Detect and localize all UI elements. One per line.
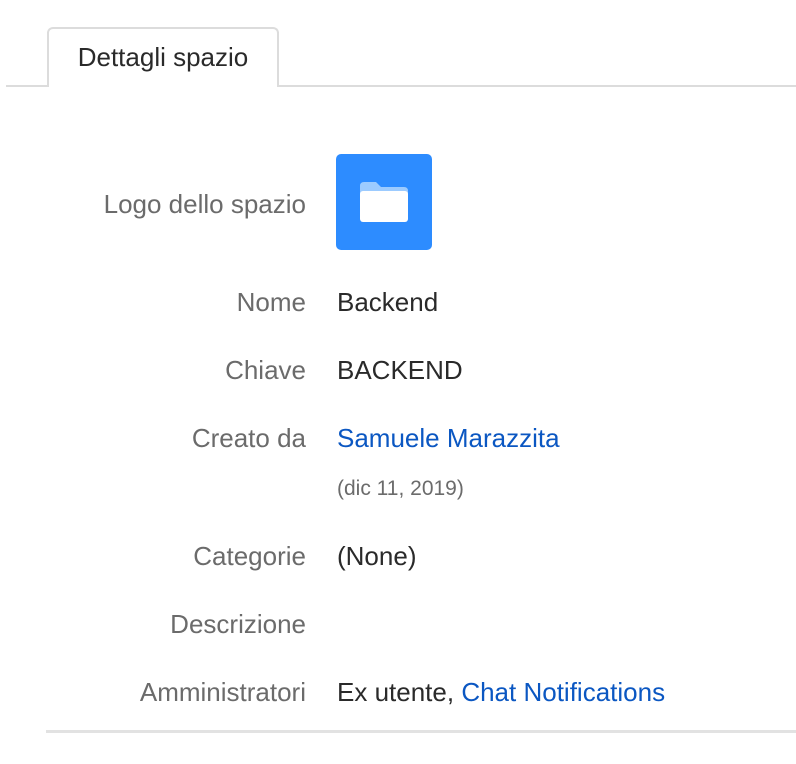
- name-value: Backend: [337, 287, 439, 317]
- key-label: Chiave: [225, 355, 306, 385]
- tab-dettagli-spazio[interactable]: Dettagli spazio: [47, 27, 279, 87]
- created-date: (dic 11, 2019): [337, 477, 464, 500]
- admins-label: Amministratori: [139, 677, 306, 707]
- space-details-page: Dettagli spazio Logo dello spazio Nome B…: [0, 0, 796, 764]
- created-by-value: Samuele Marazzita: [337, 423, 560, 454]
- created-by-label: Creato da: [191, 423, 306, 453]
- name-label: Nome: [236, 287, 306, 317]
- admin-chat-notifications-link[interactable]: Chat Notifications: [461, 677, 665, 707]
- bottom-divider: [46, 730, 796, 733]
- logo-label: Logo dello spazio: [103, 189, 306, 219]
- tab-bar: Dettagli spazio: [6, 27, 796, 87]
- folder-icon: [360, 182, 408, 222]
- description-label: Descrizione: [170, 609, 306, 639]
- admins-value: Ex utente, Chat Notifications: [337, 677, 665, 708]
- categories-value: (None): [337, 541, 417, 571]
- categories-label: Categorie: [193, 541, 306, 571]
- key-value: BACKEND: [337, 355, 463, 385]
- created-by-user-link[interactable]: Samuele Marazzita: [337, 423, 560, 453]
- admins-plain-text: Ex utente,: [337, 677, 462, 707]
- space-logo: [336, 154, 432, 250]
